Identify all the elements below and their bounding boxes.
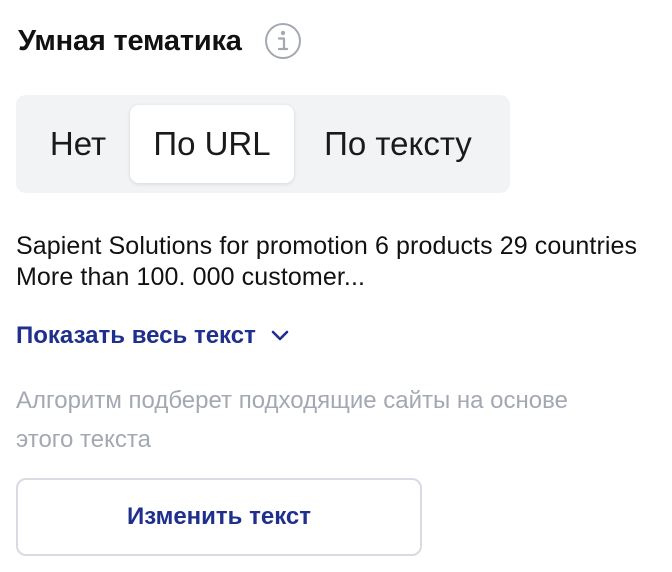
- header: Умная тематика: [18, 22, 302, 60]
- show-all-text-link[interactable]: Показать весь текст: [16, 322, 290, 350]
- chevron-down-icon: [270, 329, 290, 343]
- text-snippet: Sapient Solutions for promotion 6 produc…: [16, 232, 638, 291]
- segment-none[interactable]: Нет: [30, 105, 126, 183]
- info-icon[interactable]: [264, 22, 302, 60]
- topic-mode-switch: Нет По URL По тексту: [16, 95, 510, 193]
- hint-text: Алгоритм подберет подходящие сайты на ос…: [16, 387, 568, 453]
- page-title: Умная тематика: [18, 24, 242, 57]
- segment-by-url[interactable]: По URL: [130, 105, 294, 183]
- show-all-text-label: Показать весь текст: [16, 322, 256, 349]
- segment-by-text[interactable]: По тексту: [298, 105, 498, 183]
- change-text-button[interactable]: Изменить текст: [16, 478, 422, 556]
